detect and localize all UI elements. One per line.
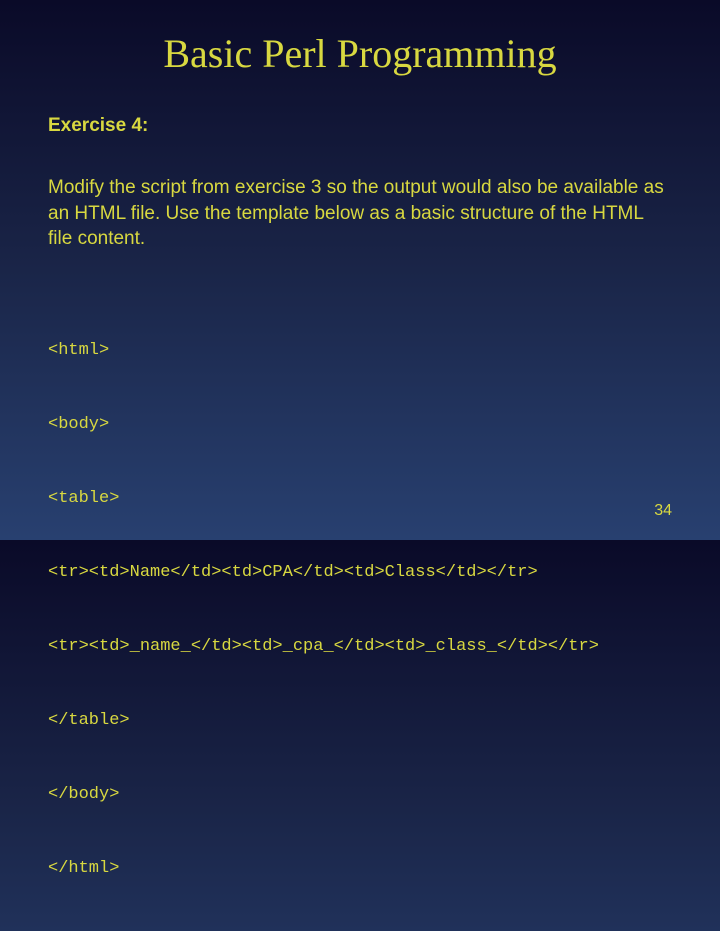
code-line: </table> (48, 709, 672, 734)
exercise-description: Modify the script from exercise 3 so the… (48, 175, 672, 252)
page-number: 34 (654, 502, 672, 520)
slide-container: Basic Perl Programming Exercise 4: Modif… (0, 0, 720, 540)
exercise-label: Exercise 4: (48, 115, 672, 137)
code-line: </body> (48, 783, 672, 808)
code-template-block: <html> <body> <table> <tr><td>Name</td><… (48, 290, 672, 931)
slide-title: Basic Perl Programming (48, 30, 672, 77)
code-line: <html> (48, 339, 672, 364)
code-line: <body> (48, 413, 672, 438)
code-line: </html> (48, 857, 672, 882)
code-line: <tr><td>Name</td><td>CPA</td><td>Class</… (48, 561, 672, 586)
code-line: <tr><td>_name_</td><td>_cpa_</td><td>_cl… (48, 635, 672, 660)
code-line: <table> (48, 487, 672, 512)
